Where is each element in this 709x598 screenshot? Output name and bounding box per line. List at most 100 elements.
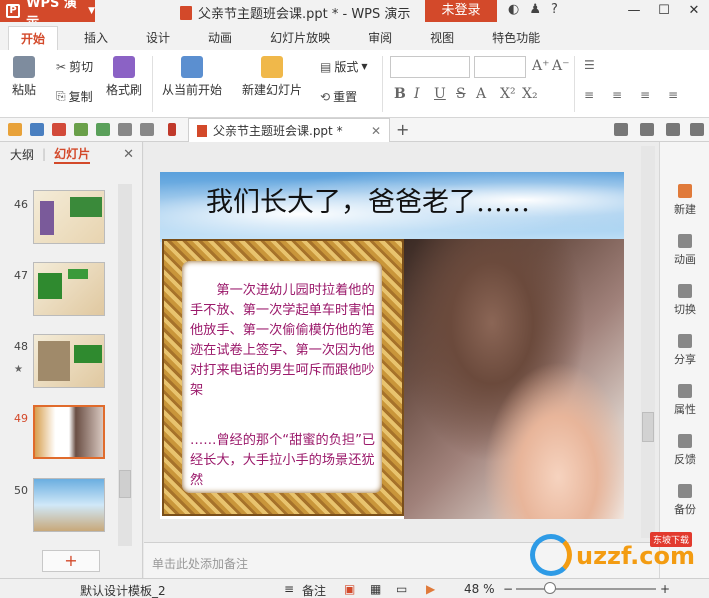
align-center-button[interactable]: ≡ [612,88,622,102]
maximize-icon[interactable]: ☐ [649,0,679,22]
paste-button[interactable]: 粘贴 [12,56,36,98]
font-shrink-button[interactable]: A⁻ [552,58,570,74]
pdf-icon[interactable] [52,123,66,136]
document-tab[interactable]: 父亲节主题班会课.ppt * ✕ [188,118,390,142]
sidebar-item-transition[interactable]: 切换 [660,284,709,317]
tool-icon[interactable] [690,123,704,136]
notes-toggle[interactable]: 备注 [302,582,326,598]
list-icon: ☰ [584,58,595,72]
ornate-frame: 第一次进幼儿园时拉着他的手不放、第一次学起单车时害怕他放手、第一次偷偷模仿他的笔… [162,239,404,516]
panel-scroll-thumb[interactable] [119,470,131,498]
feedback-icon [678,434,692,448]
tool-icon[interactable] [640,123,654,136]
reading-view-icon[interactable]: ▭ [396,582,407,596]
zoom-in-button[interactable]: + [660,582,670,596]
tab-slides[interactable]: 幻灯片 [54,145,91,164]
slide-thumbnail[interactable] [33,262,105,316]
from-current-button[interactable]: 从当前开始 [162,56,222,98]
slide-thumbnail[interactable] [33,190,105,244]
document-tab-label: 父亲节主题班会课.ppt * [213,124,343,138]
close-icon[interactable]: ✕ [679,0,709,22]
new-slide-icon [261,56,283,78]
text-box[interactable]: 第一次进幼儿园时拉着他的手不放、第一次学起单车时害怕他放手、第一次偷偷模仿他的笔… [182,261,382,493]
zoom-slider[interactable] [516,588,656,590]
sidebar-item-new[interactable]: 新建 [660,184,709,217]
skin-icon[interactable]: ◐ [508,2,519,17]
sidebar-item-animation[interactable]: 动画 [660,234,709,267]
redo-icon[interactable] [140,123,154,136]
zoom-out-button[interactable]: − [503,582,513,596]
hands-photo[interactable] [404,239,624,519]
tab-slideshow[interactable]: 幻灯片放映 [258,26,342,50]
pin-icon[interactable] [168,123,176,136]
app-menu-button[interactable]: P WPS 演示 ▼ [0,0,95,30]
close-panel-icon[interactable]: ✕ [123,147,134,162]
shirt-icon[interactable]: ♟ [529,2,541,17]
subscript-button[interactable]: X₂ [522,86,538,102]
italic-button[interactable]: I [414,86,420,102]
superscript-button[interactable]: X² [500,86,516,102]
sidebar-item-feedback[interactable]: 反馈 [660,434,709,467]
tab-insert[interactable]: 插入 [72,26,120,50]
slide-thumbnail-current[interactable] [33,405,105,459]
preview-icon[interactable] [96,123,110,136]
underline-button[interactable]: U [434,86,446,102]
sidebar-label: 新建 [674,203,696,216]
strikethrough-button[interactable]: S [456,86,466,102]
font-size-combo[interactable] [474,56,526,78]
slide-title[interactable]: 我们长大了，爸爸老了…… [206,180,530,219]
save-icon[interactable] [30,123,44,136]
reset-label: 重置 [333,90,358,104]
login-button[interactable]: 未登录 [425,0,497,22]
tab-review[interactable]: 审阅 [356,26,404,50]
minimize-icon[interactable]: — [619,0,649,22]
cut-button[interactable]: ✂ 剪切 [56,58,93,75]
slide-thumbnail[interactable] [33,334,105,388]
justify-button[interactable]: ≡ [668,88,678,102]
zoom-slider-knob[interactable] [544,582,556,594]
tab-features[interactable]: 特色功能 [480,26,552,50]
close-tab-icon[interactable]: ✕ [371,124,381,138]
bullets-button[interactable]: ☰ [584,58,595,72]
slide-number: 50 [14,484,28,497]
align-right-button[interactable]: ≡ [640,88,650,102]
template-name[interactable]: 默认设计模板_2 [80,582,166,598]
tab-animation[interactable]: 动画 [196,26,244,50]
bold-button[interactable]: B [394,86,406,102]
print-icon[interactable] [74,123,88,136]
tool-icon[interactable] [614,123,628,136]
help-icon[interactable]: ? [551,2,558,17]
slide-number: 46 [14,198,28,211]
tab-home[interactable]: 开始 [8,26,59,50]
font-grow-button[interactable]: A⁺ [532,58,550,74]
layout-button[interactable]: ▤ 版式 ▼ [320,58,368,75]
normal-view-icon[interactable]: ▣ [344,582,355,596]
new-tab-icon[interactable]: + [396,120,409,139]
open-icon[interactable] [8,123,22,136]
notes-toggle-icon[interactable]: ≡ [284,582,294,596]
slideshow-icon[interactable]: ▶ [426,582,435,596]
canvas-scroll-thumb[interactable] [642,412,654,442]
align-left-button[interactable]: ≡ [584,88,594,102]
reset-button[interactable]: ⟲ 重置 [320,88,357,105]
copy-button[interactable]: ⎘ 复制 [56,88,93,105]
tab-outline[interactable]: 大纲 [10,146,34,163]
sidebar-item-share[interactable]: 分享 [660,334,709,367]
undo-icon[interactable] [118,123,132,136]
canvas-scrollbar[interactable] [641,146,655,538]
font-name-combo[interactable] [390,56,470,78]
format-painter-button[interactable]: 格式刷 [106,56,142,98]
tab-view[interactable]: 视图 [418,26,466,50]
add-slide-button[interactable]: + [42,550,100,572]
zoom-level[interactable]: 48 % [464,582,495,596]
font-color-button[interactable]: A [476,86,486,102]
sidebar-item-backup[interactable]: 备份 [660,484,709,517]
sidebar-item-properties[interactable]: 属性 [660,384,709,417]
slide-sorter-icon[interactable]: ▦ [370,582,381,596]
tool-icon[interactable] [666,123,680,136]
new-slide-button[interactable]: 新建幻灯片 [242,56,302,98]
current-slide[interactable]: 我们长大了，爸爸老了…… 第一次进幼儿园时拉着他的手不放、第一次学起单车时害怕他… [160,172,624,519]
slide-thumbnail[interactable] [33,478,105,532]
tab-design[interactable]: 设计 [134,26,182,50]
ribbon-tabs: 开始 插入 设计 动画 幻灯片放映 审阅 视图 特色功能 [0,22,709,50]
